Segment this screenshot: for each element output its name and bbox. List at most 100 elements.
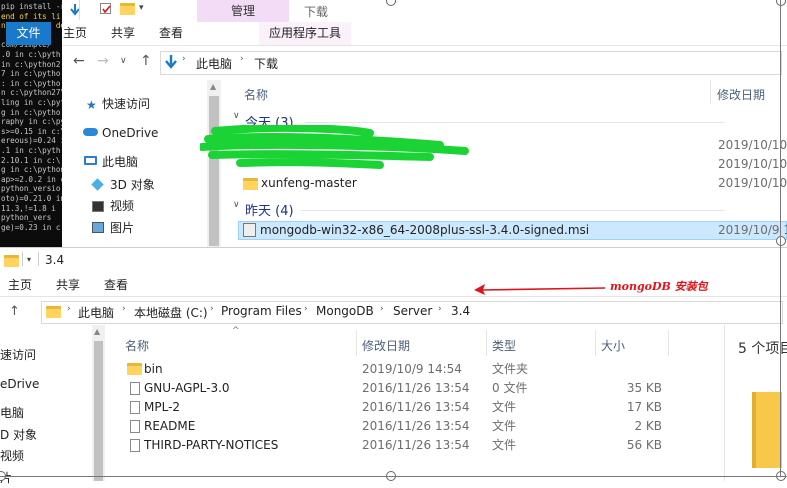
annotation-arrow-icon [474,284,606,295]
col-header-date[interactable]: 修改日期 [717,86,765,103]
group-rule [305,122,725,123]
file-type: 0 文件 [492,381,528,395]
tab-share[interactable]: 共享 [111,22,135,45]
nav-scrollbar[interactable]: ▲ [92,325,105,481]
nav-3d-objects[interactable]: D 对象 [0,425,37,445]
breadcrumb-downloads[interactable]: 下载 [254,55,278,72]
tab-view[interactable]: 查看 [159,22,183,45]
file-date: 2019/10/9 1... [718,223,787,237]
file-date: 2019/10/10 [718,176,787,190]
nav-pictures[interactable]: 图片 [110,218,134,238]
breadcrumb-3-4[interactable]: 3.4 [451,304,470,318]
file-date: 2016/11/26 13:54 [362,419,470,433]
back-arrow-icon[interactable]: ← [73,53,85,69]
file-date: 2019/10/10 [718,138,787,152]
file-size: 2 KB [634,419,662,433]
properties-icon[interactable] [100,3,111,14]
folder-icon [243,178,258,190]
nav-this-pc[interactable]: 此电脑 [102,152,138,172]
breadcrumb-this-pc[interactable]: 此电脑 [78,304,114,321]
breadcrumb-this-pc[interactable]: 此电脑 [196,55,232,72]
group-yesterday[interactable]: 昨天 (4) [245,200,294,219]
nav-3d-objects[interactable]: 3D 对象 [110,175,155,195]
resize-handle[interactable] [776,236,786,246]
recent-locations-icon[interactable]: ∨ [120,56,127,66]
file-icon [130,420,140,433]
redaction-scribble [200,125,469,169]
nav-videos[interactable]: 视频 [0,446,24,466]
tab-manage[interactable]: 管理 [197,0,289,22]
terminal-line: ereous)=0.24 in [1,136,62,146]
terminal-line: 11.3,!=1.8 i [1,203,56,213]
file-size: 35 KB [626,381,662,395]
installer-file-name[interactable]: mongodb-win32-x86_64-2008plus-ssl-3.4.0-… [260,223,589,237]
tab-app-tools[interactable]: 应用程序工具 [259,22,351,45]
breadcrumb-mongodb[interactable]: MongoDB [316,304,374,318]
scrollbar-thumb[interactable] [209,96,219,246]
file-icon [130,401,140,414]
terminal-line: ling in c:\pyt [1,98,62,107]
file-date: 2019/10/9 14:54 [362,362,462,376]
up-arrow-icon[interactable]: ↑ [140,53,152,69]
file-date: 2016/11/26 13:54 [362,438,470,452]
selection-border [0,476,787,477]
column-divider [595,330,596,356]
file-icon [130,382,140,395]
up-arrow-icon[interactable]: ↑ [9,304,20,319]
col-header-name[interactable]: 名称 [244,86,268,103]
tab-share[interactable]: 共享 [56,276,80,293]
folder-icon [46,306,61,318]
computer-icon [84,156,97,165]
tab-file[interactable]: 文件 [6,22,51,45]
tab-home[interactable]: 主页 [8,276,32,293]
scroll-up-icon[interactable]: ▲ [94,327,100,336]
title-divider [38,252,39,266]
terminal-line: .0 in c:\pyth [1,50,61,59]
col-header-name[interactable]: 名称 [125,337,149,354]
col-header-size[interactable]: 大小 [601,337,625,354]
column-divider [356,330,357,356]
breadcrumb-program-files[interactable]: Program Files [221,304,302,318]
terminal-line: s>=0.15 in c:\ [1,126,62,136]
terminal-line: python_versio [1,184,61,194]
tab-home[interactable]: 主页 [63,22,87,45]
breadcrumb-server[interactable]: Server [393,304,432,318]
group-collapse-icon[interactable]: ∨ [233,200,240,210]
folder-icon [4,255,19,267]
group-collapse-icon[interactable]: ∨ [233,111,240,121]
breadcrumb-separator-icon: › [182,54,186,64]
col-header-date[interactable]: 修改日期 [362,337,410,354]
nav-quick-access[interactable]: 速访问 [0,345,36,365]
nav-videos[interactable]: 视频 [110,196,134,216]
file-name[interactable]: THIRD-PARTY-NOTICES [144,436,278,455]
nav-onedrive[interactable]: eDrive [0,374,39,394]
nav-quick-access[interactable]: 快速访问 [102,94,150,114]
terminal-line: .1 in c:\pyth [1,146,61,155]
scroll-up-icon[interactable]: ▲ [210,82,216,91]
nav-onedrive[interactable]: OneDrive [102,123,158,143]
breadcrumb-separator-icon: › [438,304,442,314]
breadcrumb-local-disk[interactable]: 本地磁盘 (C:) [134,304,208,321]
qat-dropdown-icon[interactable]: ▾ [27,255,31,264]
breadcrumb-separator-icon: › [67,304,71,314]
file-name[interactable]: MPL-2 [144,398,180,417]
window-title: 3.4 [45,253,65,267]
file-name[interactable]: xunfeng-master [261,176,357,190]
column-divider [486,330,487,356]
file-name[interactable]: bin [144,360,163,379]
tab-view[interactable]: 查看 [104,276,128,293]
qat-dropdown-icon[interactable]: ▾ [139,3,144,13]
video-icon [92,201,104,212]
col-header-type[interactable]: 类型 [492,337,516,354]
column-divider [668,330,669,356]
file-name[interactable]: GNU-AGPL-3.0 [144,379,230,398]
new-folder-icon[interactable] [120,3,135,15]
terminal-line: python_vers [1,213,52,223]
scrollbar-thumb[interactable] [94,341,103,481]
breadcrumb-separator-icon: › [122,304,126,314]
nav-this-pc[interactable]: 电脑 [0,403,24,423]
file-name[interactable]: README [144,417,195,436]
forward-arrow-icon[interactable]: → [97,53,109,69]
terminal-line: oto)=0.21.0 in [1,194,62,203]
download-location-icon [165,55,177,72]
